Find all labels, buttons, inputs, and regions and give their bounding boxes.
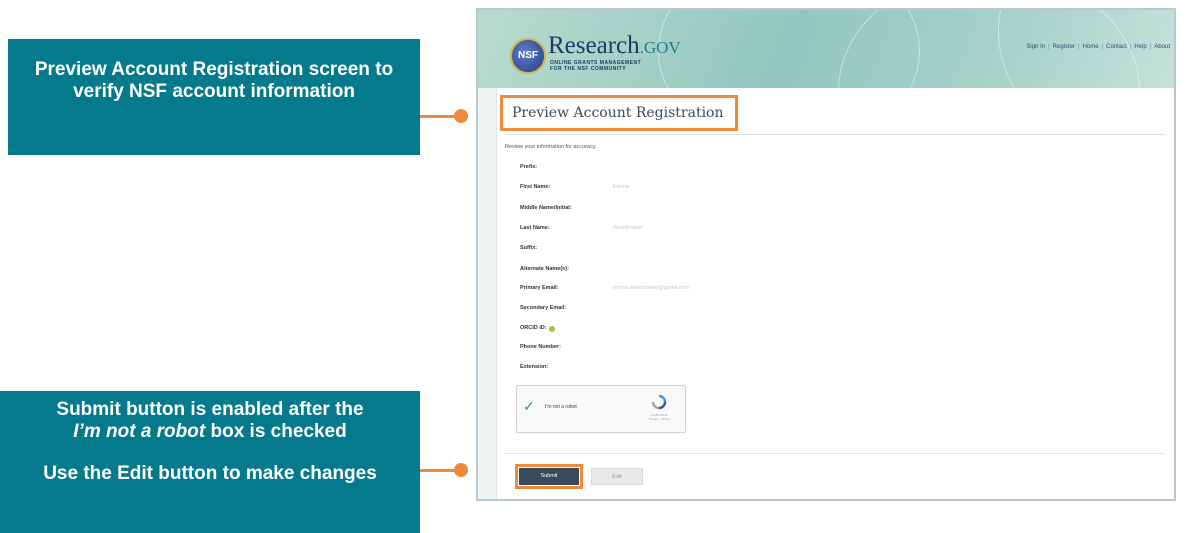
field-label-prefix: Prefix: [520, 164, 538, 170]
field-label-primary-email: Primary Email: [520, 285, 559, 291]
logo-tagline: ONLINE GRANTS MANAGEMENT FOR THE NSF COM… [550, 60, 641, 72]
callout-submit: Submit button is enabled after the I’m n… [0, 391, 420, 533]
recaptcha-logo-icon [651, 394, 667, 410]
recaptcha-label: I'm not a robot [545, 404, 577, 410]
field-label-secondary-email: Secondary Email: [520, 305, 567, 311]
nsf-seal-logo[interactable]: NSF [510, 38, 546, 74]
intro-text: Review your information for accuracy. [505, 144, 597, 150]
field-label-orcid: ORCID iD: [520, 325, 547, 331]
callout-submit-text: Submit button is enabled after the I’m n… [10, 399, 410, 443]
field-label-extension: Extension: [520, 364, 549, 370]
field-label-alternate-names: Alternate Name(s): [520, 266, 569, 272]
field-label-phone: Phone Number: [520, 344, 561, 350]
orcid-info-icon[interactable] [549, 326, 555, 332]
field-label-middle-name: Middle Name/Initial: [520, 205, 572, 211]
connector-dot-title [454, 109, 468, 123]
recaptcha-brand: reCAPTCHA Privacy - Terms [641, 413, 677, 421]
field-label-last-name: Last Name: [520, 225, 550, 231]
field-value-last-name: Woodmaker [613, 225, 643, 231]
screenshot-panel: NSF Research.GOV ONLINE GRANTS MANAGEMEN… [476, 8, 1176, 501]
nav-contact[interactable]: Contact [1106, 44, 1127, 50]
recaptcha-widget[interactable]: ✓ I'm not a robot reCAPTCHA Privacy - Te… [516, 385, 686, 433]
site-header: NSF Research.GOV ONLINE GRANTS MANAGEMEN… [478, 10, 1174, 212]
field-label-first-name: First Name: [520, 184, 551, 190]
callout-edit-text: Use the Edit button to make changes [43, 463, 377, 484]
checkmark-icon[interactable]: ✓ [523, 399, 537, 413]
nav-help[interactable]: Help [1134, 44, 1146, 50]
top-nav: Sign In | Register | Home | Contact | Help | About [1026, 44, 1170, 50]
tagline-line-2: FOR THE NSF COMMUNITY [550, 66, 627, 72]
page-title: Preview Account Registration [512, 105, 724, 121]
edit-button[interactable]: Edit [591, 468, 643, 485]
logo-name: Research [548, 32, 640, 59]
logo-tld: .GOV [639, 38, 681, 57]
nsf-seal-text: NSF [518, 50, 538, 61]
callout-preview: Preview Account Registration screen to v… [8, 39, 420, 155]
callout-submit-pre: Submit button is enabled after the [56, 399, 364, 420]
connector-dot-submit [454, 463, 468, 477]
submit-button[interactable]: Submit [519, 468, 579, 485]
nav-sign-in[interactable]: Sign In [1026, 44, 1045, 50]
nav-home[interactable]: Home [1083, 44, 1099, 50]
nav-about[interactable]: About [1154, 44, 1170, 50]
main-content: Preview Account Registration Review your… [496, 88, 1174, 499]
callout-submit-italic: I’m not a robot [73, 421, 206, 442]
callout-preview-text: Preview Account Registration screen to v… [34, 59, 394, 102]
field-value-first-name: Emma [613, 184, 629, 190]
field-label-suffix: Suffix: [520, 245, 538, 251]
research-gov-logo[interactable]: Research.GOV [548, 32, 681, 60]
nav-register[interactable]: Register [1053, 44, 1075, 50]
field-value-primary-email: emma.woodmaker@gmail.com [613, 285, 689, 291]
callout-submit-post: box is checked [205, 421, 347, 442]
title-divider [505, 134, 1165, 135]
recaptcha-privacy-terms[interactable]: Privacy - Terms [641, 417, 677, 421]
bottom-divider [505, 453, 1165, 454]
